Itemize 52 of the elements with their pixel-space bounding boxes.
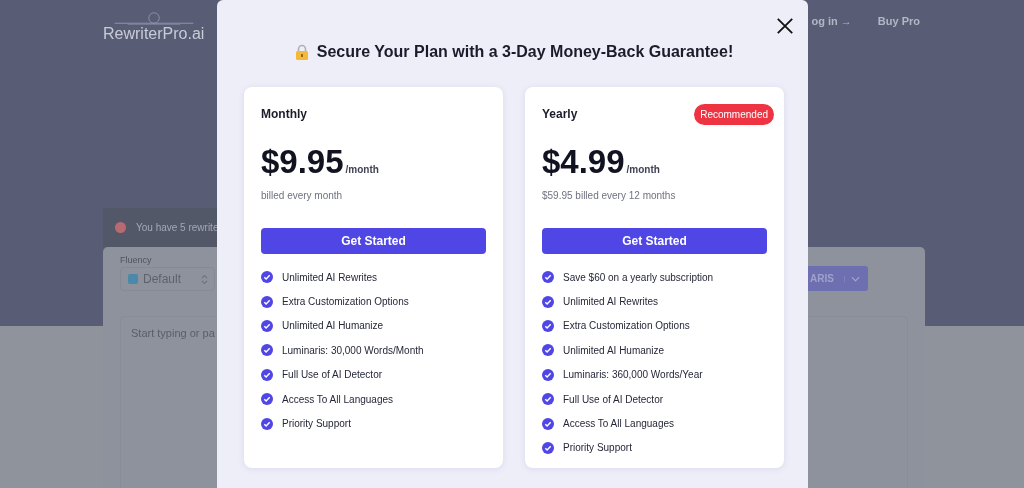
check-icon: [542, 319, 554, 332]
feature-text: Save $60 on a yearly subscription: [563, 271, 714, 283]
nav-link[interactable]: og in →: [811, 15, 852, 27]
plan-price: $4.99: [542, 143, 625, 181]
check-icon: [542, 368, 554, 381]
get-started-button[interactable]: Get Started: [542, 228, 767, 254]
check-icon: [261, 393, 273, 406]
plan-price: $9.95: [261, 143, 344, 181]
nav-link[interactable]: Buy Pro: [877, 15, 920, 27]
field-label: Fluency: [120, 255, 153, 265]
check-icon: [542, 441, 554, 454]
feature-text: Luminaris: 30,000 Words/Month: [282, 344, 424, 356]
feature-text: Priority Support: [282, 418, 351, 430]
check-icon: [261, 417, 273, 430]
site-logo[interactable]: RewriterPro.ai: [103, 11, 205, 43]
feature-text: Unlimited AI Humanize: [282, 320, 384, 332]
modal-title: Secure Your Plan with a 3-Day Money-Back Guarantee!: [316, 43, 734, 61]
feature-text: Full Use of AI Detector: [282, 369, 383, 381]
feature-text: Unlimited AI Rewrites: [282, 271, 378, 283]
alert-text: You have 5 rewrite: [136, 222, 219, 233]
check-icon: [261, 271, 273, 284]
feature-text: Unlimited AI Rewrites: [563, 296, 659, 308]
recommended-badge: Recommended: [694, 103, 774, 125]
feature-text: Luminaris: 360,000 Words/Year: [563, 369, 703, 381]
lock-icon: [294, 44, 309, 60]
check-icon: [542, 271, 554, 284]
check-icon: [542, 344, 554, 357]
plan-name: Yearly: [542, 107, 578, 121]
check-icon: [261, 319, 273, 332]
info-icon: [115, 222, 126, 233]
check-icon: [261, 344, 273, 357]
check-icon: [542, 417, 554, 430]
check-icon: [542, 295, 554, 308]
check-icon: [261, 295, 273, 308]
feature-text: Extra Customization Options: [282, 296, 409, 308]
feature-text: Extra Customization Options: [563, 320, 690, 332]
get-started-button[interactable]: Get Started: [261, 228, 486, 254]
billing-note: $59.95 billed every 12 months: [542, 190, 677, 201]
feature-text: Access To All Languages: [563, 418, 674, 430]
plan-name: Monthly: [261, 107, 307, 121]
price-period: /month: [626, 164, 660, 175]
feature-text: Access To All Languages: [282, 393, 393, 405]
feature-text: Unlimited AI Humanize: [563, 344, 665, 356]
check-icon: [261, 368, 273, 381]
feature-text: Priority Support: [563, 442, 632, 454]
feature-text: Full Use of AI Detector: [563, 393, 664, 405]
check-icon: [542, 393, 554, 406]
chevron-down-icon: [851, 275, 860, 282]
billing-note: billed every month: [261, 190, 344, 201]
price-period: /month: [345, 164, 379, 175]
close-icon[interactable]: [776, 17, 794, 35]
sort-icon: [201, 273, 208, 285]
